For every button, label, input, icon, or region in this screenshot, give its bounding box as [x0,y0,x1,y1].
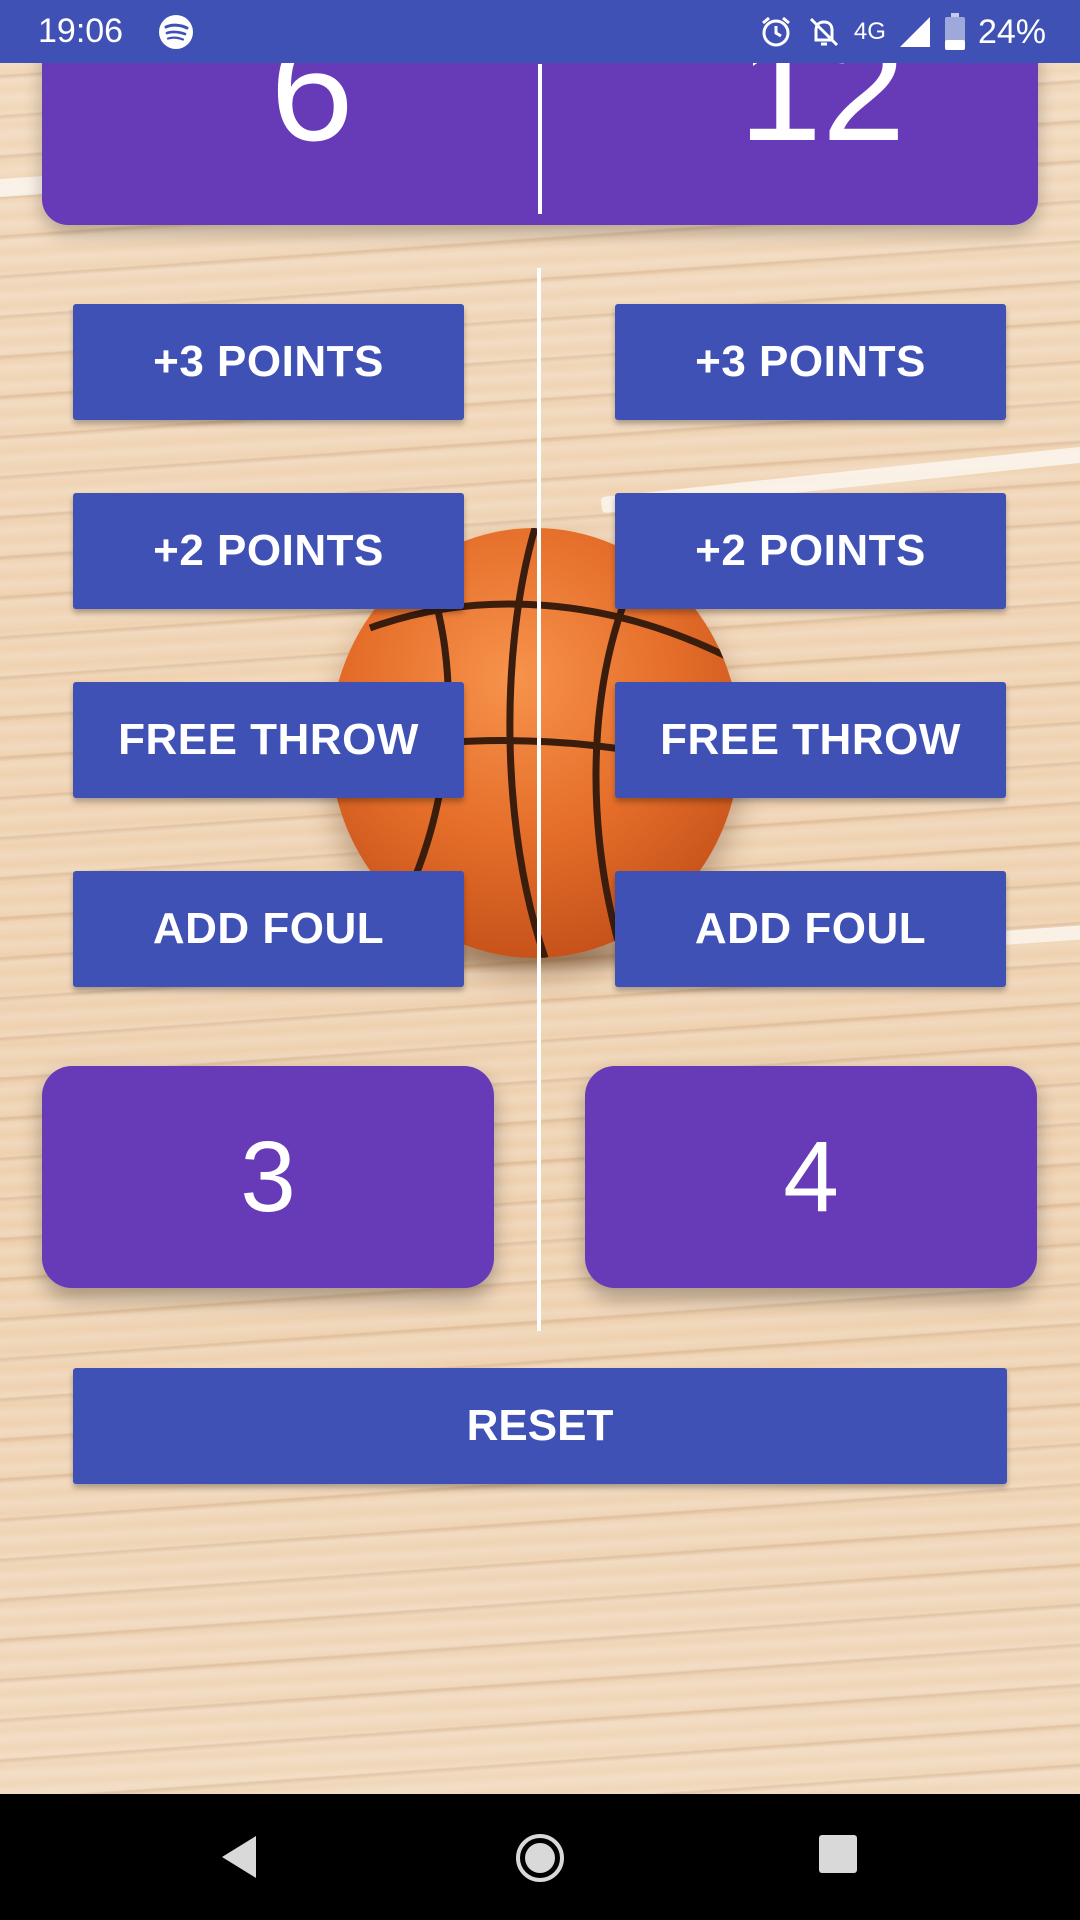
team-a-fouls: 3 [42,1066,494,1288]
network-type: 4G [853,18,886,45]
team-a-two-points-button[interactable]: +2 POINTS [73,493,464,609]
spotify-icon [159,15,193,49]
signal-icon [899,17,930,47]
status-icons: 4G 24% [758,10,1046,54]
notifications-off-icon [809,17,838,47]
reset-button[interactable]: RESET [73,1368,1007,1484]
alarm-icon [761,16,790,47]
back-icon[interactable] [216,1832,264,1882]
team-b-add-foul-button[interactable]: ADD FOUL [615,871,1006,987]
battery-percentage: 24% [977,12,1046,51]
center-divider [537,268,541,1331]
team-b-three-points-button[interactable]: +3 POINTS [615,304,1006,420]
team-a-three-points-button[interactable]: +3 POINTS [73,304,464,420]
recents-icon[interactable] [816,1832,860,1876]
navigation-bar [0,1794,1080,1920]
battery-icon [944,13,965,50]
status-time: 19:06 [38,12,124,50]
score-divider [538,64,542,214]
team-b-two-points-button[interactable]: +2 POINTS [615,493,1006,609]
team-a-add-foul-button[interactable]: ADD FOUL [73,871,464,987]
home-icon[interactable] [514,1832,566,1884]
team-b-free-throw-button[interactable]: FREE THROW [615,682,1006,798]
team-b-fouls: 4 [585,1066,1037,1288]
status-bar: 19:06 4G 24% [0,0,1080,63]
team-a-free-throw-button[interactable]: FREE THROW [73,682,464,798]
